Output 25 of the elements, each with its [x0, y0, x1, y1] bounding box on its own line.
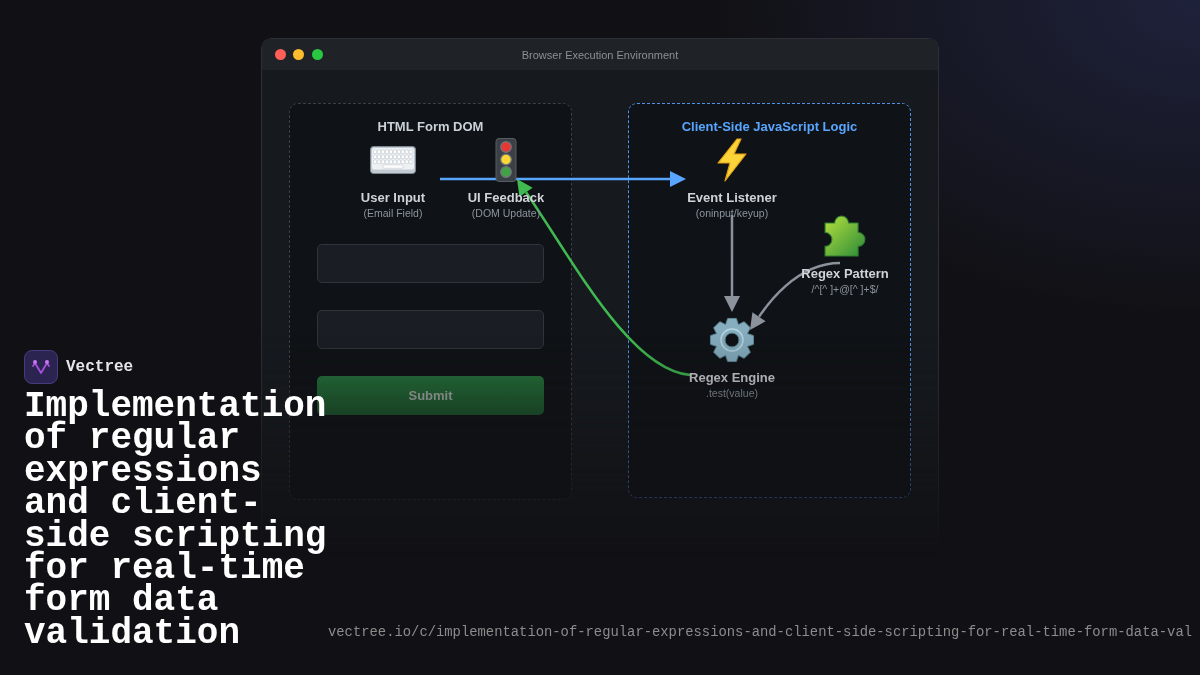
node-caption: /^[^ ]+@[^ ]+$/	[811, 283, 879, 296]
brand-name: Vectree	[66, 358, 134, 376]
node-label: User Input	[360, 190, 426, 206]
input-field[interactable]	[317, 309, 544, 349]
node-caption: (oninput/keyup)	[695, 207, 769, 220]
window-title: Browser Execution Environment	[521, 48, 679, 61]
keyboard-icon	[370, 146, 416, 174]
url-text: vectree.io/c/implementation-of-regular-expressions-and-client-side-scripting-for-real-time-form-data-val	[328, 624, 1192, 640]
lightning-bolt-icon	[715, 138, 749, 182]
gear-icon	[709, 317, 755, 363]
node-label: Regex Engine	[689, 370, 775, 386]
panel-title: Client-Side JavaScript Logic	[681, 119, 858, 135]
traffic-light-icon	[495, 138, 517, 182]
node-caption: .test(value)	[706, 387, 758, 400]
minimize-button[interactable]	[293, 49, 304, 60]
input-field[interactable]	[317, 243, 544, 283]
node-caption: (Email Field)	[363, 207, 423, 220]
zoom-button[interactable]	[311, 49, 323, 60]
puzzle-piece-icon	[823, 214, 867, 258]
node-label: Regex Pattern	[801, 266, 889, 282]
close-button[interactable]	[274, 49, 286, 60]
node-caption: (DOM Update)	[471, 207, 541, 220]
node-label: Event Listener	[687, 190, 777, 206]
logo-icon	[24, 350, 58, 384]
panel-title: HTML Form DOM	[377, 119, 484, 135]
